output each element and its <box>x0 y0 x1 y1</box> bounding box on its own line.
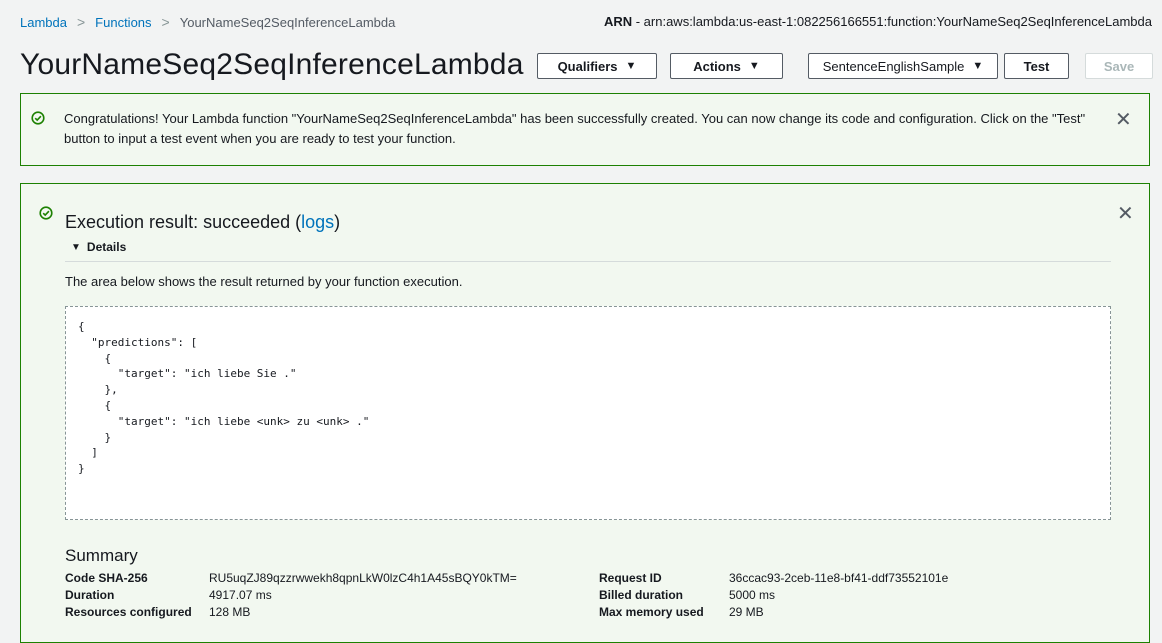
duration-label: Duration <box>65 588 115 602</box>
close-icon[interactable]: ✕ <box>1115 110 1132 130</box>
execution-title-prefix: Execution result: succeeded ( <box>65 212 302 232</box>
logs-link[interactable]: logs <box>301 212 334 232</box>
check-circle-icon <box>31 111 45 130</box>
close-icon[interactable]: ✕ <box>1117 204 1134 224</box>
max-memory-value: 29 MB <box>729 605 764 619</box>
resources-label: Resources configured <box>65 605 192 619</box>
billed-duration-label: Billed duration <box>599 588 683 602</box>
resources-value: 128 MB <box>209 605 251 619</box>
summary-heading: Summary <box>65 546 138 565</box>
actions-dropdown[interactable]: Actions ▼ <box>670 53 783 79</box>
request-id-label: Request ID <box>599 571 662 585</box>
breadcrumb-lambda[interactable]: Lambda <box>20 15 67 30</box>
test-button[interactable]: Test <box>1004 53 1069 79</box>
qualifiers-dropdown[interactable]: Qualifiers ▼ <box>537 53 657 79</box>
chevron-right-icon: > <box>161 14 170 30</box>
success-flash: Congratulations! Your Lambda function "Y… <box>20 93 1150 166</box>
qualifiers-label: Qualifiers <box>557 58 618 74</box>
caret-down-icon: ▼ <box>625 60 637 72</box>
breadcrumb-current: YourNameSeq2SeqInferenceLambda <box>179 14 396 30</box>
max-memory-label: Max memory used <box>599 605 704 619</box>
details-label: Details <box>86 240 127 254</box>
arn-display: ARN - arn:aws:lambda:us-east-1:082256166… <box>604 14 1152 29</box>
execution-title-suffix: ) <box>334 212 341 232</box>
billed-duration-value: 5000 ms <box>729 588 776 602</box>
request-id-value: 36ccac93-2ceb-11e8-bf41-ddf73552101e <box>729 571 949 585</box>
duration-value: 4917.07 ms <box>209 588 272 602</box>
caret-down-icon: ▼ <box>972 60 984 72</box>
result-description: The area below shows the result returned… <box>65 274 463 289</box>
result-output-box: { "predictions": [ { "target": "ich lieb… <box>65 306 1111 520</box>
execution-title: Execution result: succeeded (logs) <box>65 212 340 233</box>
arn-value: - arn:aws:lambda:us-east-1:082256166551:… <box>632 14 1152 29</box>
arn-label: ARN <box>603 14 633 29</box>
breadcrumb-functions[interactable]: Functions <box>95 15 151 30</box>
code-sha-label: Code SHA-256 <box>65 571 148 585</box>
save-button[interactable]: Save <box>1085 53 1153 79</box>
divider <box>65 261 1111 262</box>
flash-message: Congratulations! Your Lambda function "Y… <box>64 111 1086 146</box>
test-event-selected: SentenceEnglishSample <box>822 58 965 74</box>
page-title: YourNameSeq2SeqInferenceLambda <box>20 48 524 81</box>
result-json: { "predictions": [ { "target": "ich lieb… <box>78 320 370 476</box>
chevron-right-icon: > <box>76 14 86 30</box>
code-sha-value: RU5uqZJ89qzzrwwekh8qpnLkW0lzC4h1A45sBQY0… <box>209 571 517 585</box>
breadcrumb: Lambda > Functions > YourNameSeq2SeqInfe… <box>20 14 395 30</box>
execution-result-panel: Execution result: succeeded (logs) ✕ ▼ D… <box>20 183 1150 643</box>
details-toggle[interactable]: ▼ Details <box>71 240 126 254</box>
actions-label: Actions <box>693 58 741 74</box>
caret-down-icon: ▼ <box>71 241 81 253</box>
test-event-select[interactable]: SentenceEnglishSample ▼ <box>808 53 998 79</box>
caret-down-icon: ▼ <box>748 60 760 72</box>
check-circle-icon <box>39 206 53 225</box>
